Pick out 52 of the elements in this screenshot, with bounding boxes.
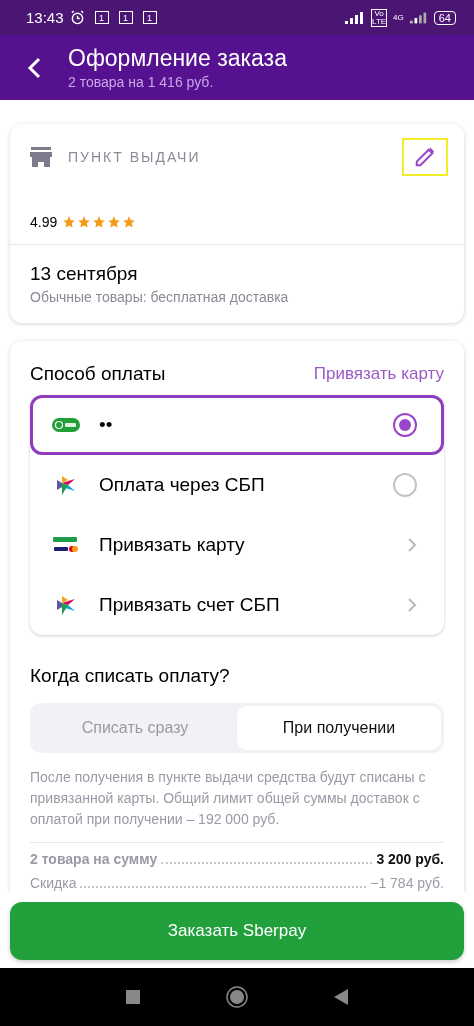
charge-note: После получения в пункте выдачи средства будут списаны с привязанной карты. Общий лимит общей суммы доставок с оплатой при получении – 192 000 руб. (30, 768, 427, 829)
page-title: Оформление заказа (68, 45, 287, 72)
section-title: Способ оплаты (30, 363, 166, 385)
star-icon (107, 215, 122, 229)
network-label: 4G (393, 13, 404, 22)
star-icon (92, 215, 107, 229)
summary-label: Скидка (30, 875, 77, 891)
order-summary: 2 товара на 1 416 руб. (68, 74, 215, 90)
segment-option[interactable]: При получении (237, 706, 441, 750)
payment-cards-icon (52, 535, 80, 555)
chevron-right-icon (407, 597, 417, 613)
store-icon (30, 147, 52, 167)
payment-method-item[interactable]: Привязать счет СБП (30, 575, 444, 635)
link-card-link[interactable]: Привязать карту (313, 364, 444, 384)
summary-label: 2 товара на сумму (30, 851, 158, 867)
method-label: Оплата через СБП (99, 474, 266, 496)
alarm-icon (69, 10, 85, 25)
back-nav-icon[interactable] (334, 989, 348, 1005)
payment-method-item[interactable]: Оплата через СБП (30, 455, 444, 515)
home-icon[interactable] (226, 986, 248, 1008)
delivery-note: Обычные товары: бесплатная доставка (29, 289, 290, 307)
method-label: Привязать счет СБП (99, 594, 281, 616)
star-icon (122, 215, 137, 229)
section-title: Когда списать оплату? (30, 665, 231, 687)
sbp-logo-icon (55, 594, 77, 616)
method-label: •• (99, 414, 114, 436)
signal-icon (345, 11, 366, 24)
payment-method-item[interactable]: •• (30, 395, 444, 455)
delivery-date: 13 сентября (29, 262, 139, 286)
back-icon (27, 56, 41, 79)
chevron-right-icon (407, 537, 417, 553)
sbp-logo-icon (55, 474, 77, 496)
summary-value: 3 200 руб. (376, 851, 444, 867)
star-icon (62, 215, 77, 229)
radio-button[interactable] (393, 473, 417, 497)
rating-value: 4.99 (30, 214, 58, 230)
notification-icon: 1 (118, 11, 133, 24)
signal-icon (409, 11, 428, 24)
method-label: Привязать карту (99, 534, 246, 556)
radio-button[interactable] (393, 413, 417, 437)
volte-label: Vo LTE (371, 8, 388, 27)
pay-badge-icon (52, 418, 80, 432)
summary-value: −1 784 руб. (370, 875, 444, 891)
battery-indicator: 64 (433, 10, 456, 25)
notification-icon: 1 (142, 11, 157, 24)
section-label: ПУНКТ ВЫДАЧИ (68, 149, 202, 165)
edit-button[interactable] (402, 138, 448, 176)
payment-method-item[interactable]: Привязать карту (30, 515, 444, 575)
pencil-icon (414, 146, 436, 168)
notification-icon: 1 (94, 11, 109, 24)
star-icon (77, 215, 92, 229)
status-time: 13:43 (26, 9, 64, 26)
